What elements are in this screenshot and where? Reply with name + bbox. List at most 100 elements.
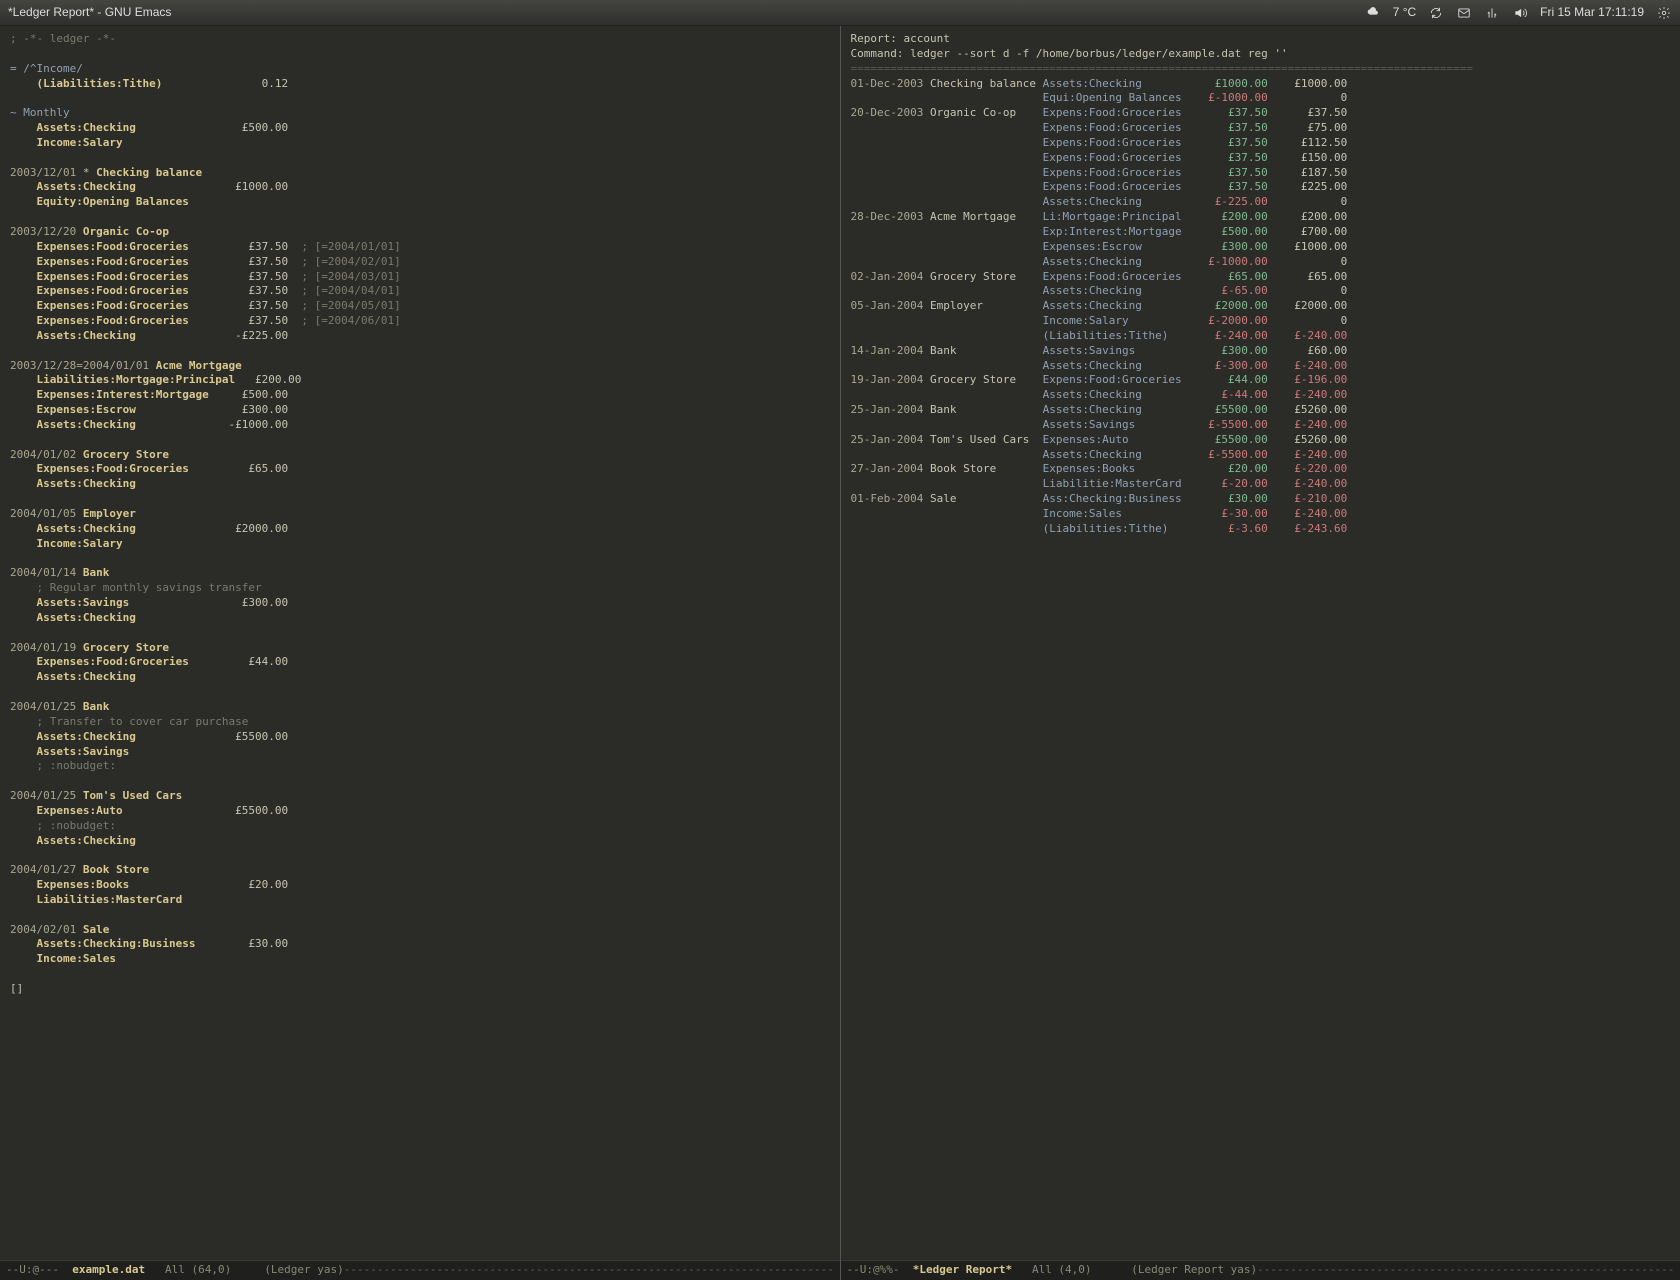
posting-amount: £37.50 <box>222 299 288 312</box>
tx-note: ; :nobudget: <box>37 759 116 772</box>
posting-account: Expenses:Books <box>37 878 222 891</box>
posting-account: Expenses:Food:Groceries <box>37 299 222 312</box>
report-account: Assets:Checking <box>1043 77 1189 90</box>
posting-amount: £5500.00 <box>222 804 288 817</box>
tx-date: 2004/01/25 <box>10 700 76 713</box>
tx-date: 2004/01/25 <box>10 789 76 802</box>
report-date <box>851 388 924 401</box>
report-payee <box>930 195 1036 208</box>
report-balance: £-240.00 <box>1274 359 1347 372</box>
ledger-report-buffer[interactable]: Report: account Command: ledger --sort d… <box>841 26 1680 1260</box>
ledger-mode-comment: ; -*- ledger -*- <box>10 32 116 45</box>
report-date: 01-Dec-2003 <box>851 77 924 90</box>
right-window[interactable]: Report: account Command: ledger --sort d… <box>840 26 1680 1280</box>
posting-amount: £300.00 <box>222 403 288 416</box>
report-payee <box>930 477 1036 490</box>
report-payee <box>930 180 1036 193</box>
report-amount: £-225.00 <box>1195 195 1268 208</box>
mail-icon[interactable] <box>1456 5 1472 21</box>
posting-amount: £2000.00 <box>222 522 288 535</box>
posting-amount: £30.00 <box>222 937 288 950</box>
report-payee: Grocery Store <box>930 373 1036 386</box>
posting-account: Assets:Checking:Business <box>37 937 222 950</box>
report-balance: £112.50 <box>1274 136 1347 149</box>
report-amount: £-1000.00 <box>1195 91 1268 104</box>
report-date: 19-Jan-2004 <box>851 373 924 386</box>
report-amount: £37.50 <box>1195 166 1268 179</box>
report-amount: £-65.00 <box>1195 284 1268 297</box>
network-icon[interactable] <box>1484 5 1500 21</box>
tx-payee: Grocery Store <box>83 641 169 654</box>
tx-note: ; Regular monthly savings transfer <box>37 581 262 594</box>
report-date <box>851 180 924 193</box>
settings-icon[interactable] <box>1656 5 1672 21</box>
report-account: Li:Mortgage:Principal <box>1043 210 1189 223</box>
modeline-status: --U:@--- <box>6 1263 72 1278</box>
report-amount: £300.00 <box>1195 240 1268 253</box>
report-account: Expenses:Escrow <box>1043 240 1189 253</box>
report-amount: £-30.00 <box>1195 507 1268 520</box>
report-date <box>851 225 924 238</box>
posting-amount: £37.50 <box>222 284 288 297</box>
report-balance: £65.00 <box>1274 270 1347 283</box>
tx-payee: Bank <box>83 566 110 579</box>
tx-payee: Bank <box>83 700 110 713</box>
report-date <box>851 255 924 268</box>
posting-amount: £37.50 <box>222 240 288 253</box>
left-window[interactable]: ; -*- ledger -*- = /^Income/ (Liabilitie… <box>0 26 840 1280</box>
posting-account: Liabilities:MasterCard <box>37 893 222 906</box>
posting-account: Assets:Checking <box>37 834 222 847</box>
tx-payee: Grocery Store <box>83 448 169 461</box>
refresh-icon[interactable] <box>1428 5 1444 21</box>
posting-account: Expenses:Food:Groceries <box>37 314 222 327</box>
posting-amount: £37.50 <box>222 255 288 268</box>
report-date <box>851 329 924 342</box>
report-amount: £5500.00 <box>1195 433 1268 446</box>
report-balance: £1000.00 <box>1274 240 1347 253</box>
modeline-buffer-name: *Ledger Report* <box>913 1263 1012 1278</box>
tx-date: 2003/12/20 <box>10 225 76 238</box>
posting-amount: -£1000.00 <box>222 418 288 431</box>
report-amount: £-44.00 <box>1195 388 1268 401</box>
posting-amount: £20.00 <box>222 878 288 891</box>
posting-account: Expenses:Interest:Mortgage <box>37 388 222 401</box>
modeline-position: All (64,0) <box>145 1263 264 1278</box>
report-payee <box>930 522 1036 535</box>
report-payee <box>930 240 1036 253</box>
report-account: Expens:Food:Groceries <box>1043 166 1189 179</box>
report-payee <box>930 418 1036 431</box>
posting-amount: £500.00 <box>222 388 288 401</box>
report-payee <box>930 136 1036 149</box>
tx-payee: Sale <box>83 923 110 936</box>
report-separator: ========================================… <box>851 62 1474 75</box>
posting-account: (Liabilities:Tithe) <box>37 77 222 90</box>
posting-account: Assets:Checking <box>37 180 222 193</box>
ledger-source-buffer[interactable]: ; -*- ledger -*- = /^Income/ (Liabilitie… <box>0 26 840 1260</box>
report-amount: £30.00 <box>1195 492 1268 505</box>
report-balance: 0 <box>1274 255 1347 268</box>
report-payee: Bank <box>930 403 1036 416</box>
report-amount: £37.50 <box>1195 136 1268 149</box>
report-amount: £44.00 <box>1195 373 1268 386</box>
volume-icon[interactable] <box>1512 5 1528 21</box>
posting-account: Income:Sales <box>37 952 222 965</box>
posting-account: Assets:Checking <box>37 121 222 134</box>
report-account: Expens:Food:Groceries <box>1043 136 1189 149</box>
tx-note: ; :nobudget: <box>37 819 116 832</box>
report-date <box>851 166 924 179</box>
report-date <box>851 314 924 327</box>
report-date <box>851 121 924 134</box>
posting-account: Assets:Savings <box>37 745 222 758</box>
report-amount: £-20.00 <box>1195 477 1268 490</box>
report-payee <box>930 507 1036 520</box>
posting-amount: £65.00 <box>222 462 288 475</box>
report-payee <box>930 314 1036 327</box>
report-payee: Bank <box>930 344 1036 357</box>
report-balance: £-240.00 <box>1274 418 1347 431</box>
report-date: 20-Dec-2003 <box>851 106 924 119</box>
report-payee <box>930 359 1036 372</box>
report-balance: £225.00 <box>1274 180 1347 193</box>
report-balance: £37.50 <box>1274 106 1347 119</box>
posting-note: ; [=2004/05/01] <box>301 299 400 312</box>
report-amount: £37.50 <box>1195 180 1268 193</box>
